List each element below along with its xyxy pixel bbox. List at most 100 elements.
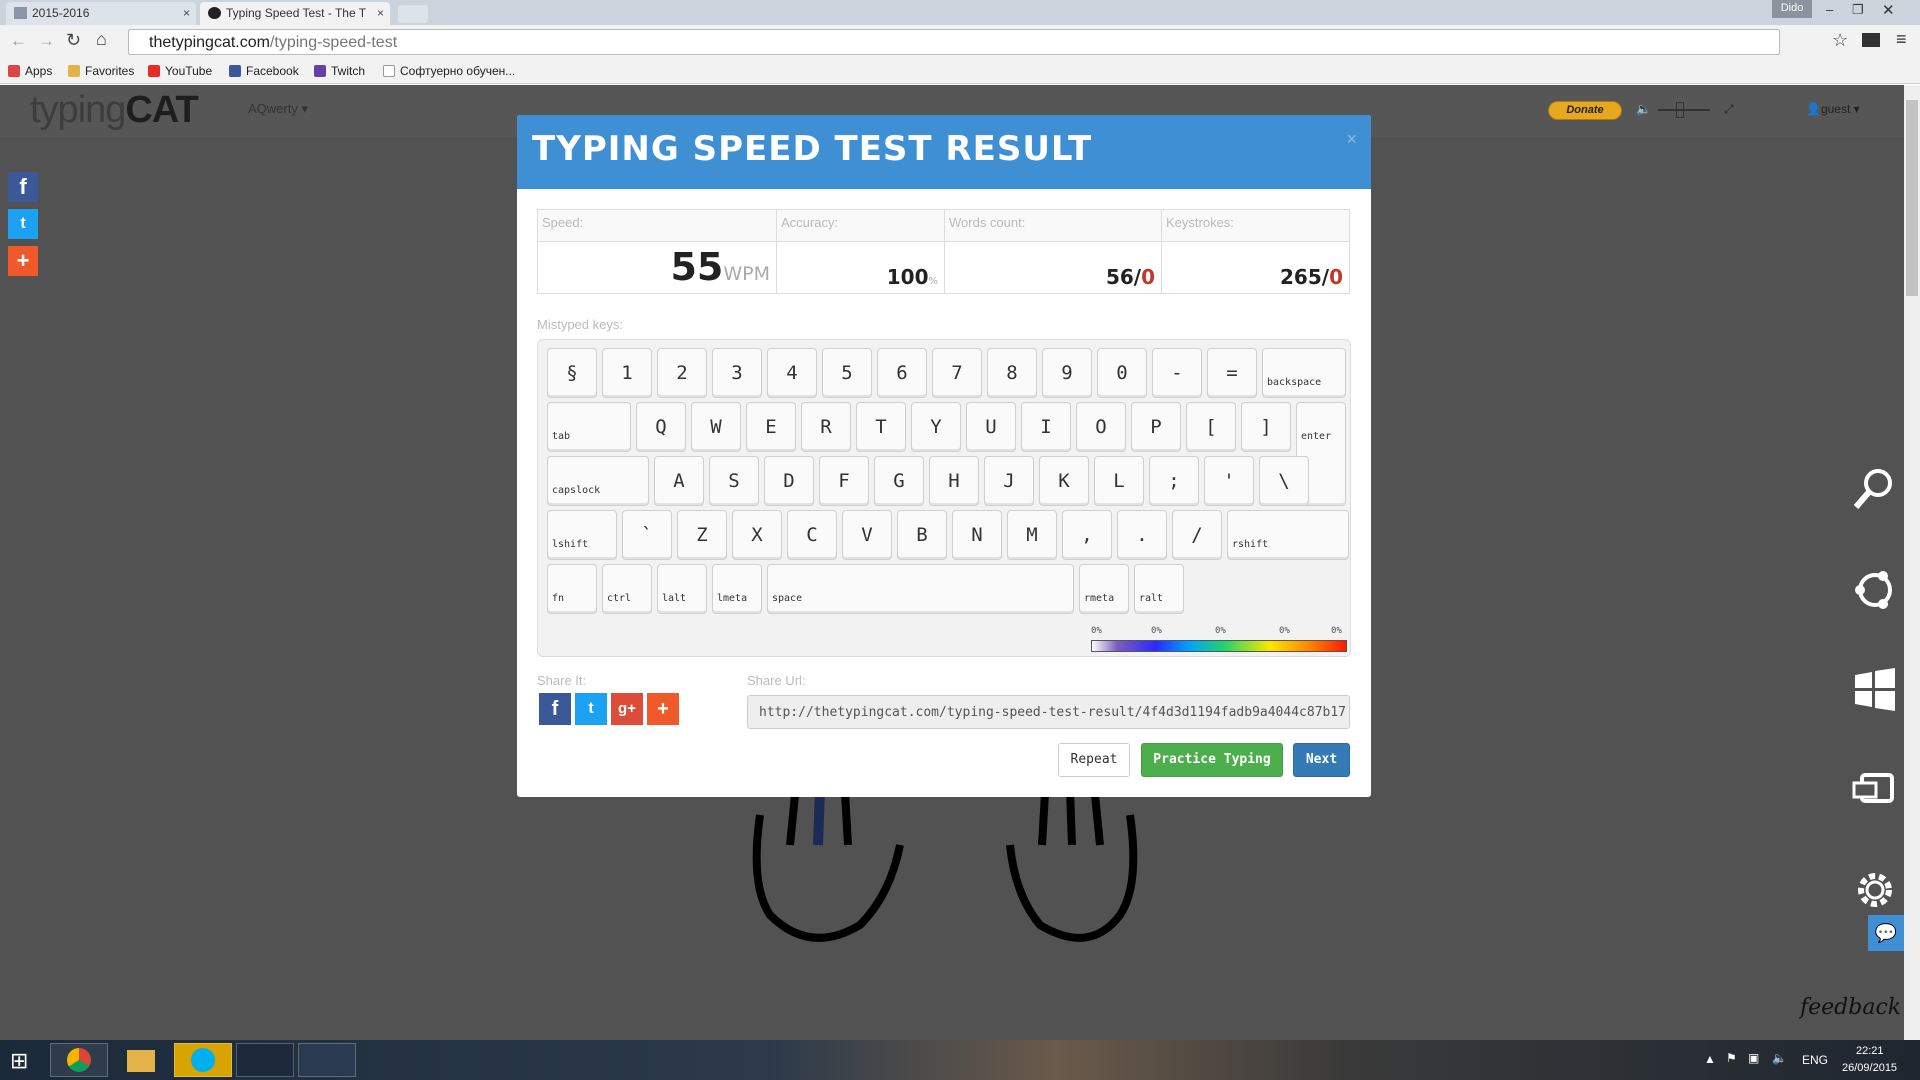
bookmark-twitch[interactable]: Twitch [314,64,365,78]
home-icon[interactable]: ⌂ [96,29,107,50]
close-window-button[interactable]: ✕ [1882,1,1895,19]
keyboard-heatmap: § 1 2 3 4 5 6 7 8 9 0- = backspace tab Q W E R T Y U I O P[] ent… [537,339,1351,657]
key-z: Z [677,510,727,560]
key-v: V [842,510,892,560]
settings-gear-icon[interactable] [1850,865,1900,915]
key-symbol: § [547,348,597,398]
extension-icon[interactable] [1862,33,1880,47]
share-facebook-icon[interactable]: f [539,693,571,725]
side-twitter-icon[interactable]: t [8,209,38,239]
tray-flag-icon[interactable]: ⚑ [1726,1051,1737,1065]
bookmark-softuni[interactable]: Софтуерно обучен... [383,64,515,78]
volume-slider-handle[interactable] [1676,102,1684,118]
address-bar[interactable]: thetypingcat.com/typing-speed-test [128,29,1780,55]
fullscreen-icon[interactable]: ⤢ [1724,102,1734,117]
chat-icon[interactable]: 💬 [1868,915,1904,951]
share-url-field[interactable]: http://thetypingcat.com/typing-speed-tes… [747,695,1350,729]
tray-language[interactable]: ENG [1802,1053,1828,1067]
minimize-button[interactable]: – [1826,2,1833,17]
tray-volume-icon[interactable]: 🔈 [1772,1051,1787,1065]
practice-typing-button[interactable]: Practice Typing [1141,743,1283,777]
side-share-more-icon[interactable]: + [8,246,38,276]
share-twitter-icon[interactable]: t [575,693,607,725]
bookmark-favorites[interactable]: Favorites [68,64,134,78]
share-google-plus-icon[interactable]: g+ [611,693,643,725]
key-i: I [1021,402,1071,452]
key-capslock: capslock [547,456,649,506]
legend-tick: 0% [1279,626,1290,636]
volume-slider[interactable] [1658,109,1710,111]
search-icon[interactable] [1850,465,1900,515]
tray-expand-icon[interactable]: ▲ [1704,1052,1716,1066]
key-h: H [929,456,979,506]
key-g: G [874,456,924,506]
bookmark-youtube[interactable]: YouTube [148,64,212,78]
accuracy-label: Accuracy: [776,209,945,242]
paw-icon [208,7,221,19]
volume-icon[interactable]: 🔈 [1636,102,1651,116]
scrollbar-thumb[interactable] [1906,100,1918,296]
tray-network-icon[interactable]: ▣ [1748,1051,1759,1065]
menu-icon[interactable]: ≡ [1896,29,1907,50]
taskbar-game-icon[interactable] [298,1043,356,1077]
key-u: U [966,402,1016,452]
side-facebook-icon[interactable]: f [8,172,38,202]
tray-time[interactable]: 22:21 [1856,1045,1884,1057]
twitch-icon [314,65,326,77]
feedback-link[interactable]: feedback [1800,995,1901,1020]
tab-close-icon[interactable]: × [183,6,190,20]
legend-tick: 0% [1091,626,1102,636]
bookmark-apps[interactable]: Apps [8,64,52,78]
start-windows-icon[interactable]: ⊞ [10,1048,28,1074]
repeat-button[interactable]: Repeat [1058,743,1130,777]
taskbar-app-icon[interactable] [236,1043,294,1077]
user-badge[interactable]: Dido [1772,0,1812,18]
language-dropdown[interactable]: ⊘en ▾ [1752,102,1785,116]
key-e: E [746,402,796,452]
reload-icon[interactable]: ↻ [66,30,81,51]
key-d: D [764,456,814,506]
legend-tick: 0% [1215,626,1226,636]
user-dropdown[interactable]: 👤guest ▾ [1806,102,1860,116]
key-symbol: ` [622,510,672,560]
speed-label: Speed: [537,209,777,242]
heatmap-legend: 0% 0% 0% 0% 0% [1091,626,1347,652]
key-ctrl: ctrl [602,564,652,614]
taskbar-explorer-icon[interactable] [112,1043,170,1077]
windows-icon[interactable] [1850,665,1900,715]
back-icon[interactable]: ← [10,31,27,51]
url-domain: thetypingcat.com [149,34,270,51]
taskbar-chrome-icon[interactable] [50,1043,108,1077]
bookmark-star-icon[interactable]: ☆ [1832,30,1848,51]
devices-icon[interactable] [1850,765,1900,815]
tab-typing-speed-test[interactable]: Typing Speed Test - The T × [200,2,390,25]
key-symbol: [ [1186,402,1236,452]
ubuntu-icon[interactable] [1850,565,1900,615]
donate-button[interactable]: Donate [1548,101,1622,120]
bookmark-facebook[interactable]: Facebook [229,64,299,78]
layout-dropdown[interactable]: AQwerty ▾ [248,101,308,117]
key-lmeta: lmeta [712,564,762,614]
new-tab-button[interactable] [398,5,428,23]
key-q: Q [636,402,686,452]
next-button[interactable]: Next [1293,743,1350,777]
key-symbol: ' [1204,456,1254,506]
words-count-value: 56/0 [944,241,1162,294]
key-symbol: , [1062,510,1112,560]
share-more-icon[interactable]: + [647,693,679,725]
key-symbol: - [1152,348,1202,398]
site-logo[interactable]: typingCAT [30,89,199,132]
restore-button[interactable]: ❐ [1852,2,1864,18]
tab-close-icon[interactable]: × [377,6,384,20]
tab-strip: 2015-2016 × Typing Speed Test - The T × … [0,0,1920,25]
modal-close-button[interactable]: × [1346,129,1357,150]
hands-illustration [752,789,1138,942]
folder-icon [68,65,80,77]
forward-icon[interactable]: → [38,31,55,51]
legend-gradient-bar [1091,640,1347,652]
share-label: Share It: [537,673,587,688]
tray-date[interactable]: 26/09/2015 [1842,1062,1897,1074]
taskbar-skype-icon[interactable] [174,1043,232,1077]
words-count-label: Words count: [944,209,1162,242]
tab-2015-2016[interactable]: 2015-2016 × [6,2,196,25]
